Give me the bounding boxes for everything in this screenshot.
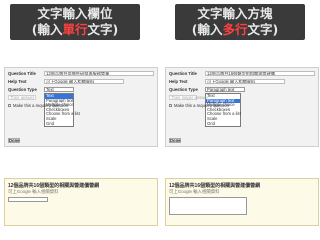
heading-left-pre: (輸入 (31, 22, 63, 37)
question-type-select[interactable]: Text (44, 87, 74, 92)
heading-right-pre: (輸入 (191, 22, 223, 37)
heading-left-line1: 文字輸入欄位 (37, 6, 113, 21)
preview-text-input[interactable] (8, 197, 48, 202)
heading-left: 文字輸入欄位 (輸入單行文字) (0, 6, 150, 38)
question-type-dropdown: Text Paragraph text Multiple choice Checkbo… (205, 93, 241, 128)
required-checkbox[interactable] (8, 104, 11, 107)
help-text-label: Help Text (8, 79, 27, 84)
question-title-label: Question Title (169, 71, 197, 76)
question-editor-left: Question Title 12個品牌共用哪些研發與服務營業 Help Tex… (4, 67, 158, 147)
heading-right-line1: 文字輸入方塊 (197, 6, 273, 21)
preview-question-title: 12個品牌共16個類型的相關與營建價營網 (169, 183, 261, 189)
answer-placeholder-field: Their longer answer (169, 95, 209, 100)
heading-right-highlight: 多行 (222, 22, 248, 37)
question-title-input[interactable]: 12個品牌共16個類型的相關與營建價 (205, 71, 315, 76)
preview-question-title: 12個品牌共16個類型的相關與營建價營網 (8, 183, 100, 189)
question-preview-right: 12個品牌共16個類型的相關與營建價營網 可上Google 輸入相關資料 (165, 178, 319, 226)
done-button[interactable]: Done (8, 138, 20, 143)
done-button[interactable]: Done (169, 138, 181, 143)
question-title-label: Question Title (8, 71, 36, 76)
preview-paragraph-textarea[interactable] (169, 197, 247, 215)
dropdown-option[interactable]: Grid (206, 121, 240, 127)
help-text-input[interactable]: 可上Google 輸入相關資料 (205, 79, 285, 84)
question-type-label: Question Type (8, 87, 37, 92)
heading-left-post: 文字) (87, 22, 119, 37)
question-preview-left: 12個品牌共16個類型的相關與營建價營網 可上Google 輸入相關資料 (4, 178, 158, 226)
question-type-dropdown: Text Paragraph text Multiple choice Checkbo… (44, 93, 80, 128)
dropdown-option[interactable]: Grid (45, 121, 73, 127)
heading-right-post: 文字) (247, 22, 279, 37)
help-text-label: Help Text (169, 79, 188, 84)
question-type-select[interactable]: Paragraph text (205, 87, 245, 92)
preview-help-text: 可上Google 輸入相關資料 (169, 189, 220, 194)
heading-left-line2: (輸入單行文字) (0, 22, 150, 38)
answer-placeholder-field: Their answer (8, 95, 36, 100)
question-editor-right: Question Title 12個品牌共16個類型的相關與營建價 Help T… (165, 67, 319, 147)
required-checkbox-label: Make this a required question (174, 103, 229, 108)
required-checkbox[interactable] (169, 104, 172, 107)
required-checkbox-label: Make this a required question (13, 103, 68, 108)
heading-left-highlight: 單行 (62, 22, 88, 37)
question-type-label: Question Type (169, 87, 198, 92)
question-title-input[interactable]: 12個品牌共用哪些研發與服務營業 (44, 71, 154, 76)
heading-right-line2: (輸入多行文字) (160, 22, 310, 38)
preview-help-text: 可上Google 輸入相關資料 (8, 189, 59, 194)
heading-right: 文字輸入方塊 (輸入多行文字) (160, 6, 310, 38)
help-text-input[interactable]: 可上Google 輸入相關資料 (44, 79, 124, 84)
